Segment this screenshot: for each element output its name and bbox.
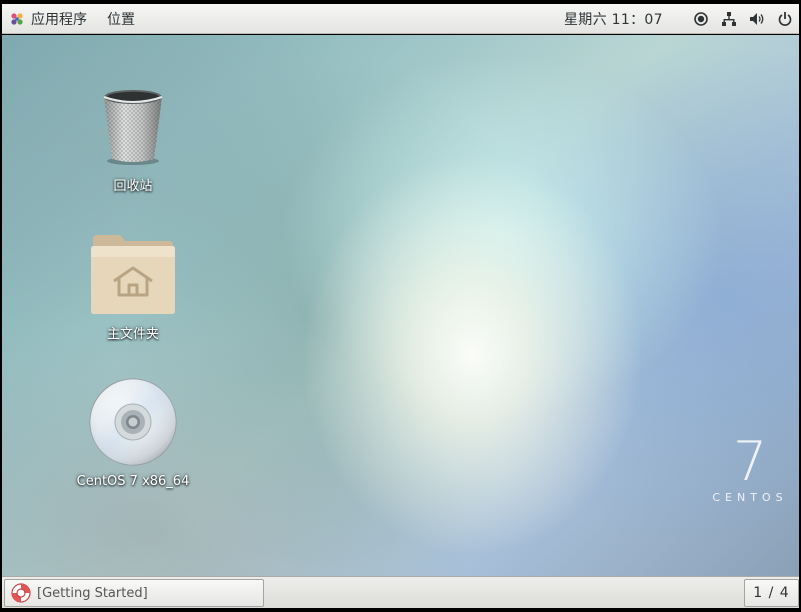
home-folder-icon xyxy=(90,233,176,319)
window-list-bar: [Getting Started] 1 / 4 xyxy=(2,576,799,608)
screen: 应用程序 位置 星期六 11：07 回收站 主文件夹 CentOS 7 x86_… xyxy=(0,0,801,612)
desktop-icon-cdrom[interactable]: CentOS 7 x86_64 xyxy=(68,378,198,489)
centos-version-number: 7 xyxy=(732,430,768,493)
desktop-icon-home-folder[interactable]: 主文件夹 xyxy=(68,233,198,342)
volume-icon[interactable] xyxy=(749,11,765,27)
window-list-item-getting-started[interactable]: [Getting Started] xyxy=(4,579,264,607)
system-tray[interactable] xyxy=(687,4,799,33)
desktop-icon-trash[interactable]: 回收站 xyxy=(68,87,198,194)
clock[interactable]: 星期六 11：07 xyxy=(564,4,663,33)
home-folder-label: 主文件夹 xyxy=(106,327,159,342)
top-panel: 应用程序 位置 星期六 11：07 xyxy=(0,0,801,35)
workspace-indicator[interactable]: 1 / 4 xyxy=(744,579,799,607)
top-panel-bar: 应用程序 位置 星期六 11：07 xyxy=(2,4,799,34)
applications-icon xyxy=(10,12,24,26)
network-icon[interactable] xyxy=(721,11,737,27)
places-label: 位置 xyxy=(107,11,135,28)
bottom-panel: [Getting Started] 1 / 4 xyxy=(0,576,801,612)
accessibility-icon[interactable] xyxy=(693,11,709,27)
workspace-label: 1 / 4 xyxy=(753,585,790,601)
power-icon[interactable] xyxy=(777,11,793,27)
centos-branding: 7 CENTOS xyxy=(710,430,790,505)
places-menu[interactable]: 位置 xyxy=(100,4,142,33)
cdrom-icon xyxy=(89,378,177,470)
applications-label: 应用程序 xyxy=(31,11,87,28)
cdrom-label: CentOS 7 x86_64 xyxy=(76,474,190,489)
clock-label: 星期六 11：07 xyxy=(564,11,663,28)
trash-label: 回收站 xyxy=(113,179,153,194)
applications-menu[interactable]: 应用程序 xyxy=(2,4,94,33)
trash-icon xyxy=(98,87,168,171)
help-lifebuoy-icon xyxy=(11,583,31,603)
centos-wordmark: CENTOS xyxy=(712,491,788,504)
desktop[interactable]: 回收站 主文件夹 CentOS 7 x86_64 7 CENTOS xyxy=(2,35,799,576)
window-list-item-label: [Getting Started] xyxy=(37,585,148,601)
